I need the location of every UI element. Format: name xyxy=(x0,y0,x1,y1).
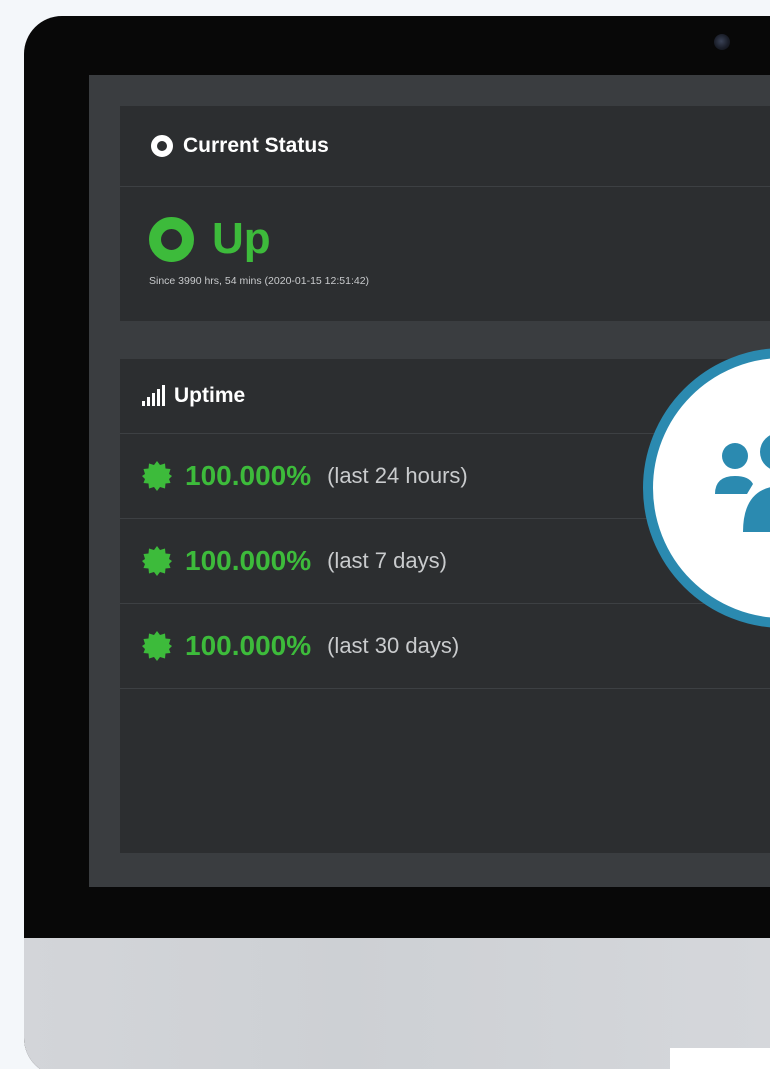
uptime-period: (last 7 days) xyxy=(327,548,447,573)
status-value: Up xyxy=(212,214,271,263)
uptime-percent: 100.000% xyxy=(185,545,312,576)
current-status-panel: Current Status Up Since 3990 hrs, 54 min… xyxy=(120,106,770,321)
page: Current Status Up Since 3990 hrs, 54 min… xyxy=(0,0,770,1069)
team-users-icon xyxy=(715,435,770,532)
status-up-ring-icon xyxy=(149,216,194,262)
uptime-percent: 100.000% xyxy=(185,630,312,661)
stand-gap xyxy=(670,1048,770,1069)
monitor-chin xyxy=(24,938,770,1069)
current-status-header: Current Status xyxy=(120,106,770,187)
uptime-period: (last 24 hours) xyxy=(327,463,468,488)
current-status-title: Current Status xyxy=(183,134,329,157)
badge-check-icon xyxy=(142,631,172,661)
current-status-body: Up Since 3990 hrs, 54 mins (2020-01-15 1… xyxy=(120,187,770,287)
uptime-title: Uptime xyxy=(174,384,246,407)
badge-check-icon xyxy=(142,461,172,491)
uptime-percent: 100.000% xyxy=(185,460,312,491)
badge-check-icon xyxy=(142,546,172,576)
signal-bars-icon xyxy=(142,385,165,406)
status-ring-icon xyxy=(151,135,173,157)
status-since-text: Since 3990 hrs, 54 mins (2020-01-15 12:5… xyxy=(149,275,370,287)
status-indicator: Up xyxy=(149,211,770,267)
uptime-period: (last 30 days) xyxy=(327,633,460,658)
uptime-row-30d: 100.000% (last 30 days) xyxy=(120,604,770,689)
camera-icon xyxy=(714,34,730,50)
